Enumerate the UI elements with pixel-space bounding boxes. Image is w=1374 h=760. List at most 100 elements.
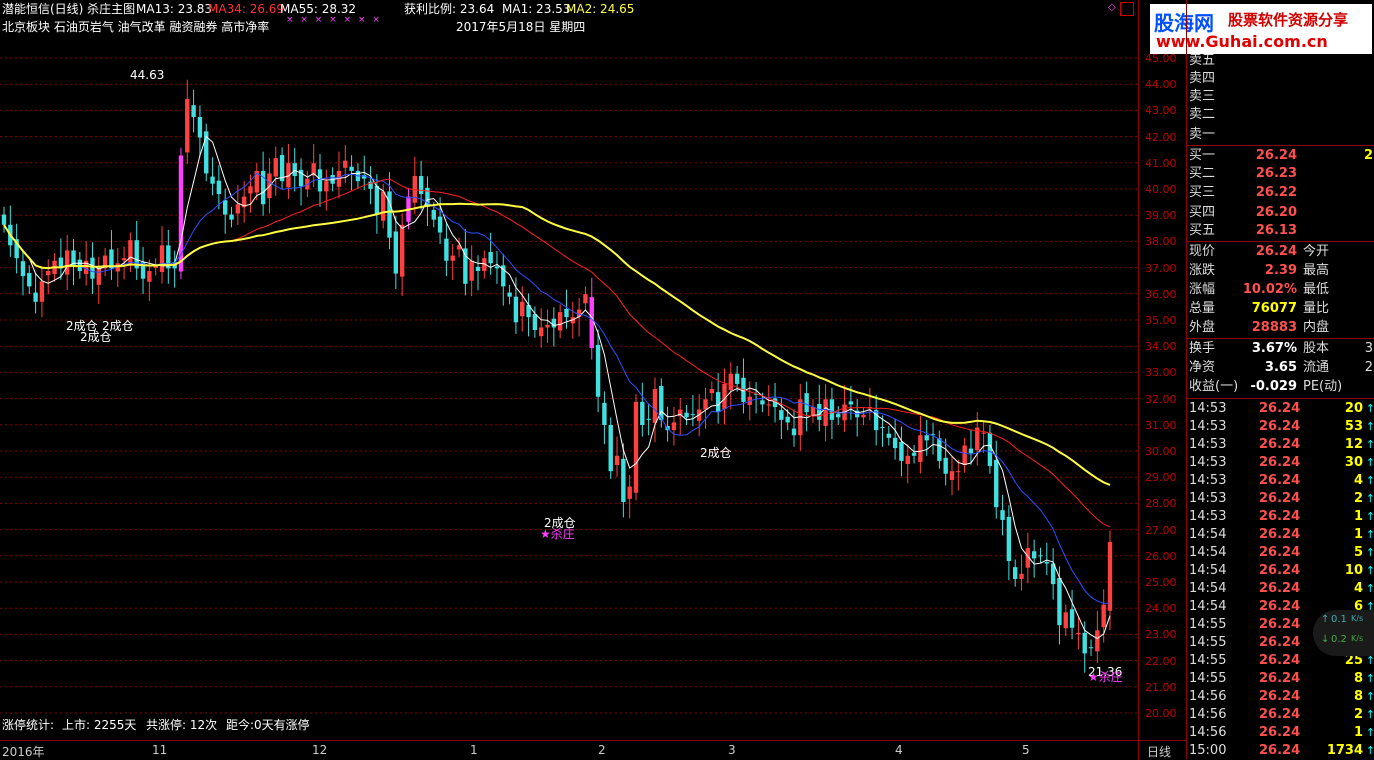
tick-volume: 1 xyxy=(1353,527,1363,542)
fundamental-row: 换手 3.67% 股本 3 xyxy=(1189,341,1373,356)
candle-body xyxy=(513,296,519,323)
candle-body xyxy=(317,169,323,192)
tick-time: 14:53 xyxy=(1189,437,1227,452)
tick-time: 14:55 xyxy=(1189,653,1227,668)
sell-level[interactable]: 卖四 xyxy=(1187,70,1374,88)
candle-body xyxy=(128,240,133,265)
kline-svg[interactable] xyxy=(0,0,1138,740)
tick-flag-icon: ↑ xyxy=(1365,582,1374,595)
quote-panel: 卖五 卖四 卖三 卖二 卖一 买一 26.24 2 买二 26.23 买三 26.22 … xyxy=(1186,0,1374,759)
candle-body xyxy=(861,414,866,418)
buy-level[interactable]: 买四 26.20 xyxy=(1187,204,1374,222)
candle-body xyxy=(880,427,885,429)
arrow-down-icon: ↓ xyxy=(1321,634,1330,645)
kline-chart[interactable]: 潜能恒信(日线) 杀庄主图 MA13: 23.83 MA34: 26.69 MA… xyxy=(0,0,1138,740)
tick-flag-icon: ↑ xyxy=(1365,474,1374,487)
candle-body xyxy=(216,180,222,194)
tick-row: 14:53 26.24 2 ↑ xyxy=(1187,490,1374,508)
candle-body xyxy=(90,257,95,279)
candle-body xyxy=(469,260,474,281)
candle-body xyxy=(539,327,544,337)
tick-price: 26.24 xyxy=(1259,455,1301,470)
sell-level[interactable]: 卖五 xyxy=(1187,52,1374,70)
candle-body xyxy=(147,270,152,282)
buy-level[interactable]: 买五 26.13 xyxy=(1187,222,1374,240)
period-selector[interactable]: 日线 xyxy=(1138,740,1187,760)
tick-row: 14:53 26.24 53 ↑ xyxy=(1187,418,1374,436)
candle-body xyxy=(760,400,765,405)
tick-price: 26.24 xyxy=(1259,437,1301,452)
sell-level[interactable]: 卖三 xyxy=(1187,88,1374,106)
buy-level[interactable]: 买三 26.22 xyxy=(1187,184,1374,202)
candle-body xyxy=(46,270,51,276)
tick-flag-icon: ↑ xyxy=(1365,564,1374,577)
tick-price: 26.24 xyxy=(1259,509,1301,524)
tick-flag-icon: ↑ xyxy=(1365,456,1374,469)
candle-body xyxy=(621,458,626,502)
candle-body xyxy=(1031,551,1037,559)
candle-body xyxy=(39,281,45,302)
candle-body xyxy=(981,432,986,434)
candle-body xyxy=(223,200,228,215)
candle-body xyxy=(349,166,354,171)
candle-body xyxy=(324,181,329,192)
tick-price: 26.24 xyxy=(1259,563,1301,578)
candle-body xyxy=(564,308,569,318)
candle-body xyxy=(33,292,38,302)
price-tick: 29.00 xyxy=(1145,471,1177,485)
candle-body xyxy=(1076,632,1081,634)
candle-body xyxy=(968,448,974,454)
tick-price: 26.24 xyxy=(1259,401,1301,416)
candle-body xyxy=(785,416,790,423)
candle-body xyxy=(210,176,215,184)
tick-volume: 12 xyxy=(1344,437,1363,452)
candle-body xyxy=(671,422,677,431)
tick-time: 14:53 xyxy=(1189,455,1227,470)
diamond-icon[interactable]: ◇ xyxy=(1108,2,1116,13)
candle-body xyxy=(1069,609,1075,628)
candle-body xyxy=(589,297,594,348)
price-tick: 39.00 xyxy=(1145,209,1177,223)
tick-price: 26.24 xyxy=(1259,599,1301,614)
window-toggle-icon[interactable] xyxy=(1120,2,1134,16)
position-signal: 2成仓 xyxy=(700,446,732,460)
tick-time: 14:55 xyxy=(1189,635,1227,650)
candle-body xyxy=(418,176,424,194)
candle-body xyxy=(943,457,948,474)
speed-widget[interactable]: ↑ 0.1 K/s ↓ 0.2 K/s xyxy=(1313,610,1374,656)
tick-volume: 2 xyxy=(1353,707,1363,722)
candle-body xyxy=(437,216,443,233)
candle-body xyxy=(804,393,809,413)
buy-level[interactable]: 买一 26.24 2 xyxy=(1187,147,1374,165)
candle-body xyxy=(949,471,955,480)
candle-body xyxy=(185,99,190,153)
buy-level[interactable]: 买二 26.23 xyxy=(1187,165,1374,183)
time-axis: 2016年 11 12 1 2 3 4 5 xyxy=(0,740,1138,760)
candle-body xyxy=(614,455,620,466)
candle-body xyxy=(96,268,101,285)
tick-volume: 8 xyxy=(1353,689,1363,704)
candle-body xyxy=(911,452,917,456)
sell-level[interactable]: 卖二 xyxy=(1187,106,1374,124)
arrow-up-icon: ↑ xyxy=(1321,614,1330,625)
quote-row: 现价 26.24 今开 xyxy=(1189,244,1330,259)
tick-time: 14:56 xyxy=(1189,725,1227,740)
candle-body xyxy=(83,260,89,275)
listed-days: 上市: 2255天 xyxy=(62,718,137,732)
candle-body xyxy=(545,324,550,328)
candle-body xyxy=(374,185,380,215)
price-tick: 38.00 xyxy=(1145,235,1177,249)
candle-body xyxy=(703,399,708,410)
candle-body xyxy=(159,245,165,273)
candle-body xyxy=(987,432,993,467)
candle-body xyxy=(444,238,449,261)
tick-row: 14:53 26.24 30 ↑ xyxy=(1187,454,1374,472)
tick-row: 14:53 26.24 12 ↑ xyxy=(1187,436,1374,454)
quote-row: 外盘 28883 内盘 xyxy=(1189,320,1330,335)
tick-price: 26.24 xyxy=(1259,725,1301,740)
tick-time: 14:53 xyxy=(1189,509,1227,524)
tick-flag-icon: ↑ xyxy=(1365,420,1374,433)
sell-level[interactable]: 卖一 xyxy=(1187,126,1374,144)
candle-body xyxy=(557,312,563,331)
time-label: 12 xyxy=(312,743,328,757)
